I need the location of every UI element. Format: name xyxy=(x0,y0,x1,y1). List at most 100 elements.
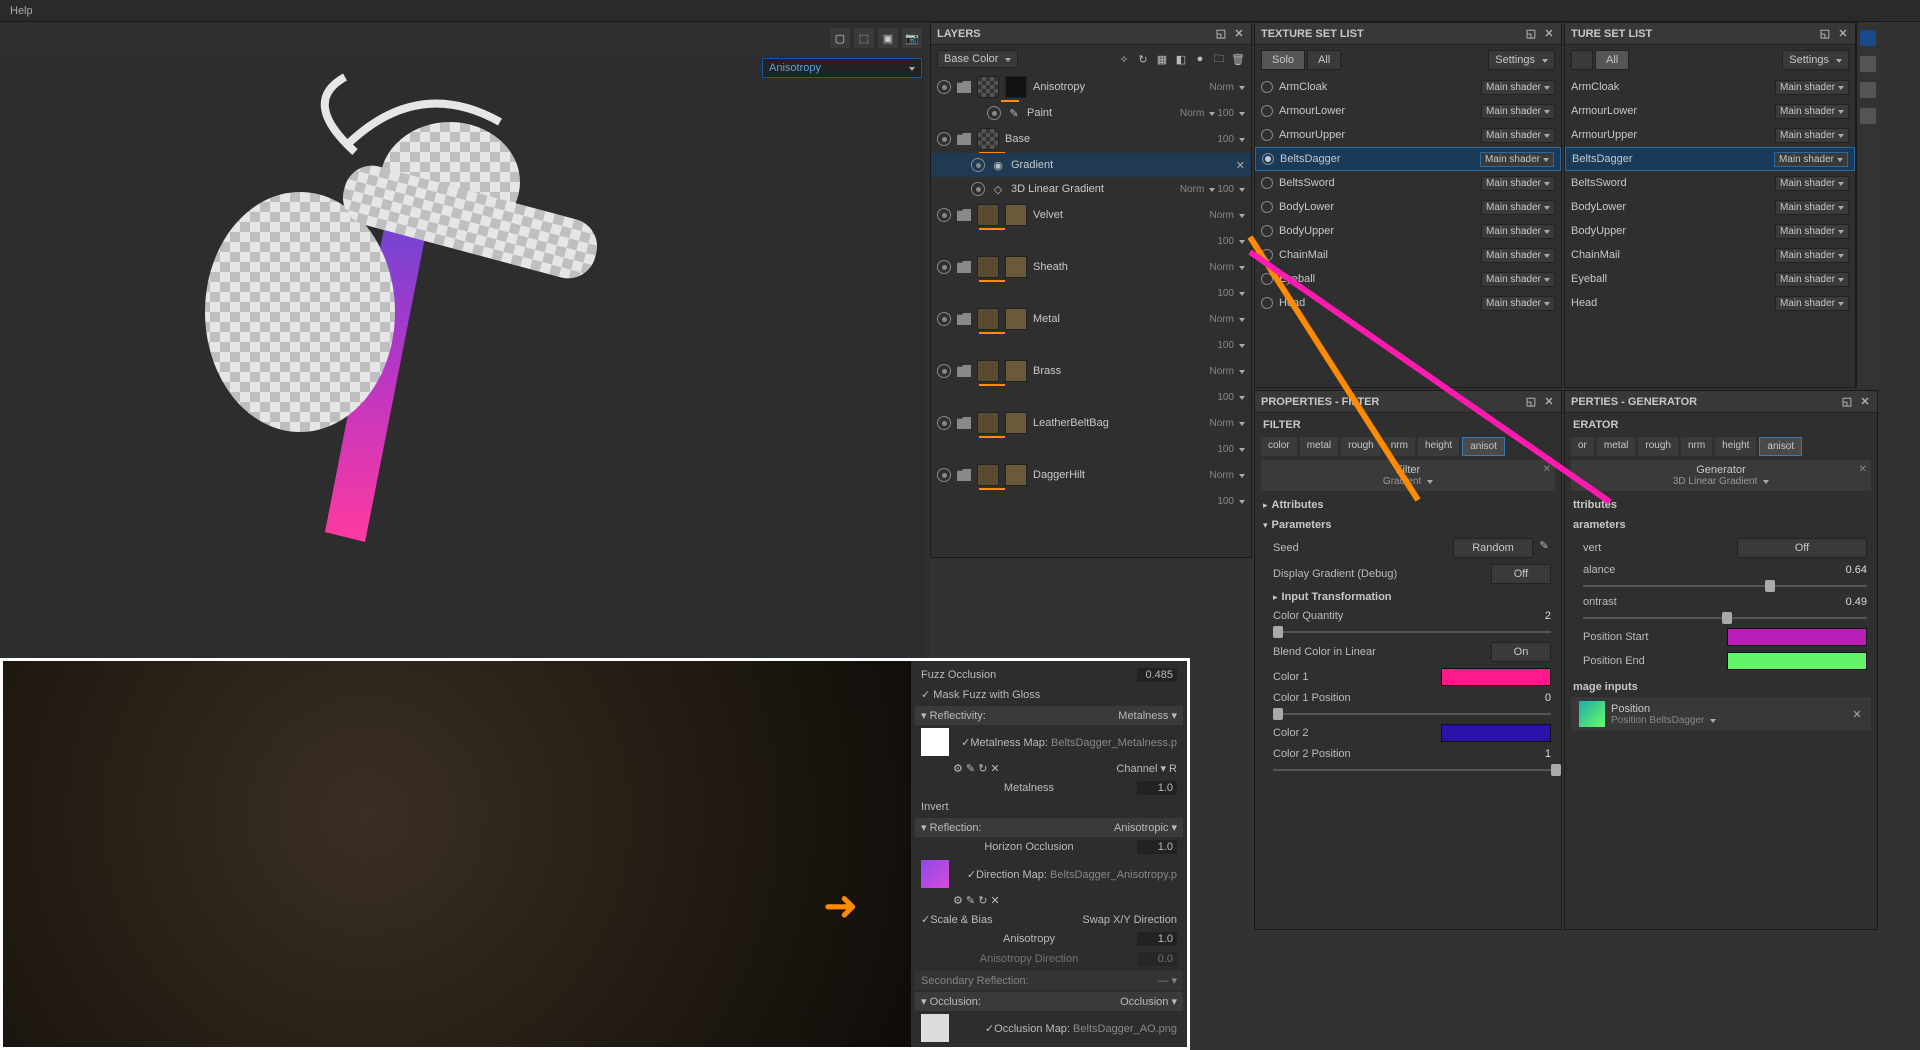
texture-set-row[interactable]: ArmourUpper Main shader xyxy=(1255,123,1561,147)
visibility-toggle[interactable] xyxy=(937,416,951,430)
solo-tab[interactable] xyxy=(1571,50,1593,70)
layer-row[interactable]: Anisotropy Norm xyxy=(931,73,1251,101)
solo-radio[interactable] xyxy=(1261,273,1273,285)
solo-radio[interactable] xyxy=(1261,129,1273,141)
texture-set-row[interactable]: Eyeball Main shader xyxy=(1255,267,1561,291)
channel-chip[interactable]: nrm xyxy=(1384,437,1415,456)
slider-color-qty[interactable] xyxy=(1255,625,1561,639)
shader-dropdown[interactable]: Main shader xyxy=(1775,248,1849,263)
section-attributes[interactable]: ttributes xyxy=(1565,495,1877,515)
ts-settings-dropdown[interactable]: Settings xyxy=(1488,50,1555,70)
visibility-toggle[interactable] xyxy=(937,132,951,146)
visibility-toggle[interactable] xyxy=(971,158,985,172)
pos-start-swatch[interactable] xyxy=(1727,628,1867,646)
shader-dropdown[interactable]: Main shader xyxy=(1481,200,1555,215)
slider-contrast[interactable] xyxy=(1565,611,1877,625)
vp-tool-3[interactable]: ▣ xyxy=(878,28,898,48)
channel-chip[interactable]: rough xyxy=(1638,437,1678,456)
color2-swatch[interactable] xyxy=(1441,724,1551,742)
visibility-toggle[interactable] xyxy=(937,208,951,222)
map-tool-icons[interactable]: ⚙ ✎ ↻ ✕ xyxy=(953,894,1000,907)
visibility-toggle[interactable] xyxy=(937,364,951,378)
pos-end-swatch[interactable] xyxy=(1727,652,1867,670)
layer-row[interactable]: ✎ Paint Norm 100 xyxy=(931,101,1251,125)
slider-c2p[interactable] xyxy=(1255,763,1561,777)
visibility-toggle[interactable] xyxy=(937,260,951,274)
layer-tool-wand-icon[interactable]: ✧ xyxy=(1117,52,1131,66)
rail-history-icon[interactable] xyxy=(1860,82,1876,98)
vp-tool-1[interactable]: ▢ xyxy=(830,28,850,48)
solo-radio[interactable] xyxy=(1261,297,1273,309)
shader-dropdown[interactable]: Main shader xyxy=(1481,296,1555,311)
texture-set-row[interactable]: Head Main shader xyxy=(1565,291,1855,315)
solo-tab[interactable]: Solo xyxy=(1261,50,1305,70)
channel-chip[interactable]: color xyxy=(1261,437,1297,456)
solo-radio[interactable] xyxy=(1261,177,1273,189)
generator-remove-icon[interactable]: ✕ xyxy=(1859,464,1867,475)
shader-dropdown[interactable]: Main shader xyxy=(1775,200,1849,215)
rail-mesh-icon[interactable] xyxy=(1860,56,1876,72)
vp-tool-camera[interactable]: 📷 xyxy=(902,28,922,48)
toggle-on[interactable]: On xyxy=(1491,642,1551,662)
solo-radio[interactable] xyxy=(1261,201,1273,213)
layer-row[interactable]: Base 100 xyxy=(931,125,1251,153)
vp-tool-2[interactable]: ⬚ xyxy=(854,28,874,48)
panel-popout-icon[interactable]: ◱ xyxy=(1525,396,1537,408)
layer-row[interactable]: Velvet Norm xyxy=(931,201,1251,229)
texture-set-row[interactable]: BeltsSword Main shader xyxy=(1565,171,1855,195)
shader-dropdown[interactable]: Main shader xyxy=(1775,128,1849,143)
shader-dropdown[interactable]: Main shader xyxy=(1481,224,1555,239)
shader-dropdown[interactable]: Main shader xyxy=(1774,152,1848,167)
texture-set-row[interactable]: Eyeball Main shader xyxy=(1565,267,1855,291)
shader-dropdown[interactable]: Main shader xyxy=(1481,248,1555,263)
panel-popout-icon[interactable]: ◱ xyxy=(1525,28,1537,40)
layer-row[interactable]: Brass Norm xyxy=(931,357,1251,385)
texture-set-row[interactable]: BodyUpper Main shader xyxy=(1255,219,1561,243)
rail-log-icon[interactable] xyxy=(1860,108,1876,124)
layer-tool-fx-icon[interactable]: ↻ xyxy=(1136,52,1150,66)
shader-dropdown[interactable]: Main shader xyxy=(1775,104,1849,119)
visibility-toggle[interactable] xyxy=(987,106,1001,120)
filter-remove-icon[interactable]: ✕ xyxy=(1543,464,1551,475)
visibility-toggle[interactable] xyxy=(937,80,951,94)
channel-chip[interactable]: rough xyxy=(1341,437,1381,456)
input-remove-icon[interactable]: ✕ xyxy=(1851,708,1863,720)
channel-chip[interactable]: anisot xyxy=(1462,437,1505,456)
reflectivity-header[interactable]: ▾ Reflectivity:Metalness ▾ xyxy=(915,706,1183,725)
layer-row[interactable]: Metal Norm xyxy=(931,305,1251,333)
texture-set-row[interactable]: ChainMail Main shader xyxy=(1255,243,1561,267)
layer-row[interactable]: DaggerHilt Norm xyxy=(931,461,1251,489)
all-tab[interactable]: All xyxy=(1595,50,1629,70)
channel-chip[interactable]: anisot xyxy=(1759,437,1802,456)
layer-row[interactable]: ◇ 3D Linear Gradient Norm 100 xyxy=(931,177,1251,201)
panel-popout-icon[interactable]: ◱ xyxy=(1819,28,1831,40)
viewport-3d[interactable]: ▢ ⬚ ▣ 📷 Anisotropy xyxy=(0,22,930,658)
section-input-transform[interactable]: ▸Input Transformation xyxy=(1255,587,1561,607)
section-attributes[interactable]: ▸Attributes xyxy=(1255,495,1561,515)
channel-chip[interactable]: height xyxy=(1715,437,1756,456)
layer-tool-delete-icon[interactable]: 🗑 xyxy=(1231,52,1245,66)
slider-balance[interactable] xyxy=(1565,579,1877,593)
section-parameters[interactable]: arameters xyxy=(1565,515,1877,535)
solo-radio[interactable] xyxy=(1261,225,1273,237)
shader-dropdown[interactable]: Main shader xyxy=(1775,296,1849,311)
shader-dropdown[interactable]: Main shader xyxy=(1775,80,1849,95)
texture-set-row[interactable]: ChainMail Main shader xyxy=(1565,243,1855,267)
edit-seed-icon[interactable]: ✎ xyxy=(1537,538,1551,552)
shader-dropdown[interactable]: Main shader xyxy=(1775,224,1849,239)
texture-set-row[interactable]: BodyLower Main shader xyxy=(1255,195,1561,219)
channel-chip[interactable]: height xyxy=(1418,437,1459,456)
shader-dropdown[interactable]: Main shader xyxy=(1481,176,1555,191)
layer-row[interactable]: LeatherBeltBag Norm xyxy=(931,409,1251,437)
viewport-channel-dropdown[interactable]: Anisotropy xyxy=(762,58,922,78)
layer-row[interactable]: Sheath Norm xyxy=(931,253,1251,281)
layer-channel-dropdown[interactable]: Base Color xyxy=(937,50,1018,68)
generator-slot[interactable]: Generator 3D Linear Gradient ✕ xyxy=(1571,460,1871,491)
texture-set-row[interactable]: BeltsSword Main shader xyxy=(1255,171,1561,195)
shader-dropdown[interactable]: Main shader xyxy=(1775,176,1849,191)
texture-set-row[interactable]: Head Main shader xyxy=(1255,291,1561,315)
reflection-header[interactable]: ▾ Reflection:Anisotropic ▾ xyxy=(915,818,1183,837)
layer-row-selected[interactable]: ◉ Gradient ✕ xyxy=(931,153,1251,177)
rail-texture-icon[interactable] xyxy=(1860,30,1876,46)
menu-help[interactable]: Help xyxy=(10,5,33,17)
